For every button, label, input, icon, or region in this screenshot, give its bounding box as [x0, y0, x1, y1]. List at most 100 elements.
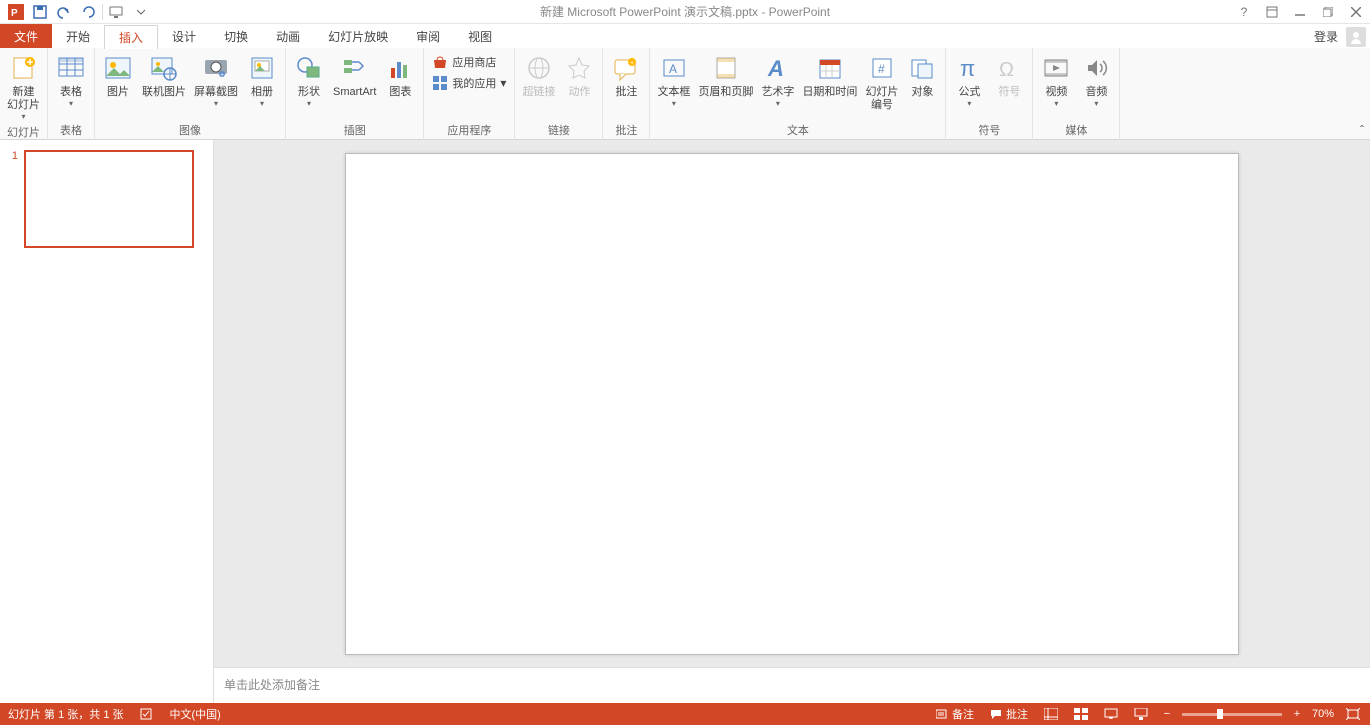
hyperlink-label: 超链接	[522, 86, 555, 99]
screenshot-button[interactable]: + 屏幕截图 ▾	[191, 50, 241, 110]
tab-design[interactable]: 设计	[158, 24, 210, 48]
spellcheck-button[interactable]	[136, 707, 158, 721]
textbox-label: 文本框	[657, 86, 690, 99]
collapse-ribbon-button[interactable]: ˆ	[1360, 123, 1364, 137]
new-slide-button[interactable]: 新建 幻灯片 ▾	[4, 50, 43, 123]
start-from-beginning-button[interactable]	[105, 2, 129, 22]
album-label: 相册	[251, 86, 273, 99]
audio-button[interactable]: 音频 ▾	[1077, 50, 1115, 110]
qat-separator	[102, 4, 103, 20]
symbol-button[interactable]: Ω 符号	[990, 50, 1028, 101]
store-label: 应用商店	[452, 54, 496, 70]
wordart-button[interactable]: A 艺术字 ▾	[758, 50, 797, 110]
tab-view[interactable]: 视图	[454, 24, 506, 48]
online-pictures-button[interactable]: 联机图片	[139, 50, 189, 101]
quick-access-toolbar: P	[0, 2, 153, 22]
photo-album-button[interactable]: 相册 ▾	[243, 50, 281, 110]
reading-view-button[interactable]	[1100, 705, 1122, 723]
redo-button[interactable]	[76, 2, 100, 22]
tab-transitions[interactable]: 切换	[210, 24, 262, 48]
shapes-icon	[293, 52, 325, 84]
zoom-in-button[interactable]: +	[1290, 708, 1304, 720]
equation-button[interactable]: π 公式 ▾	[950, 50, 988, 110]
slide-sorter-button[interactable]	[1070, 705, 1092, 723]
video-button[interactable]: 视频 ▾	[1037, 50, 1075, 110]
zoom-percent[interactable]: 70%	[1312, 708, 1334, 720]
symbol-label: 符号	[998, 86, 1020, 99]
qat-customize-button[interactable]	[129, 2, 153, 22]
shapes-button[interactable]: 形状 ▾	[290, 50, 328, 110]
tab-insert[interactable]: 插入	[104, 25, 158, 49]
group-links: 超链接 动作 链接	[515, 48, 603, 140]
notes-toggle[interactable]: 备注	[932, 706, 978, 722]
slide-thumbnail-1[interactable]	[24, 150, 194, 248]
chevron-down-icon: ▾	[214, 99, 218, 108]
object-label: 对象	[911, 86, 933, 99]
slide-number-icon: #	[866, 52, 898, 84]
action-button[interactable]: 动作	[560, 50, 598, 101]
normal-view-button[interactable]	[1040, 705, 1062, 723]
help-button[interactable]: ?	[1230, 2, 1258, 22]
close-button[interactable]	[1342, 2, 1370, 22]
table-label: 表格	[60, 86, 82, 99]
textbox-button[interactable]: A 文本框 ▾	[654, 50, 693, 110]
group-symbols-label: 符号	[946, 121, 1032, 140]
slide-counter[interactable]: 幻灯片 第 1 张，共 1 张	[8, 706, 124, 722]
my-apps-button[interactable]: 我的应用 ▾	[428, 73, 510, 93]
restore-button[interactable]	[1314, 2, 1342, 22]
shapes-label: 形状	[298, 86, 320, 99]
tab-slideshow[interactable]: 幻灯片放映	[314, 24, 402, 48]
group-apps: 应用商店 我的应用 ▾ 应用程序	[424, 48, 515, 140]
svg-text:Ω: Ω	[999, 59, 1014, 81]
datetime-button[interactable]: 日期和时间	[799, 50, 860, 101]
chevron-down-icon: ▾	[967, 99, 971, 108]
slide-canvas[interactable]	[214, 140, 1370, 667]
smartart-button[interactable]: SmartArt	[330, 50, 379, 101]
chart-button[interactable]: 图表	[381, 50, 419, 101]
store-button[interactable]: 应用商店	[428, 52, 510, 72]
object-button[interactable]: 对象	[903, 50, 941, 101]
zoom-slider[interactable]	[1182, 713, 1282, 716]
wordart-label: 艺术字	[761, 86, 794, 99]
tab-review[interactable]: 审阅	[402, 24, 454, 48]
comments-toggle[interactable]: 批注	[986, 706, 1032, 722]
chart-label: 图表	[389, 86, 411, 99]
slide-thumbnail-pane[interactable]: 1	[0, 140, 214, 703]
slide-number-button[interactable]: # 幻灯片 编号	[862, 50, 901, 114]
thumbnail-row: 1	[10, 150, 203, 248]
header-footer-button[interactable]: 页眉和页脚	[695, 50, 756, 101]
fit-to-window-button[interactable]	[1342, 705, 1364, 723]
online-pictures-label: 联机图片	[142, 86, 186, 99]
svg-text:+: +	[220, 72, 224, 79]
tab-file[interactable]: 文件	[0, 24, 52, 48]
calendar-icon	[814, 52, 846, 84]
slideshow-button[interactable]	[1130, 705, 1152, 723]
group-tables: 表格 ▾ 表格	[48, 48, 95, 140]
group-apps-label: 应用程序	[424, 121, 514, 140]
undo-button[interactable]	[52, 2, 76, 22]
zoom-out-button[interactable]: −	[1160, 708, 1174, 720]
pictures-label: 图片	[107, 86, 129, 99]
hyperlink-button[interactable]: 超链接	[519, 50, 558, 101]
chart-icon	[384, 52, 416, 84]
tab-home[interactable]: 开始	[52, 24, 104, 48]
app-icon[interactable]: P	[4, 2, 28, 22]
save-button[interactable]	[28, 2, 52, 22]
comment-button[interactable]: + 批注	[607, 50, 645, 101]
slide-1[interactable]	[345, 153, 1239, 655]
notes-pane[interactable]: 单击此处添加备注	[214, 667, 1370, 703]
minimize-button[interactable]	[1286, 2, 1314, 22]
pictures-button[interactable]: 图片	[99, 50, 137, 101]
tab-animations[interactable]: 动画	[262, 24, 314, 48]
zoom-slider-thumb[interactable]	[1217, 709, 1223, 719]
picture-icon	[102, 52, 134, 84]
slide-editor-area: 单击此处添加备注	[214, 140, 1370, 703]
login-link[interactable]: 登录	[1310, 26, 1342, 47]
store-icon	[432, 54, 448, 70]
ribbon-display-button[interactable]	[1258, 2, 1286, 22]
user-avatar-icon[interactable]	[1346, 27, 1366, 47]
equation-icon: π	[953, 52, 985, 84]
table-button[interactable]: 表格 ▾	[52, 50, 90, 110]
language-indicator[interactable]: 中文(中国)	[170, 706, 221, 722]
wordart-icon: A	[762, 52, 794, 84]
